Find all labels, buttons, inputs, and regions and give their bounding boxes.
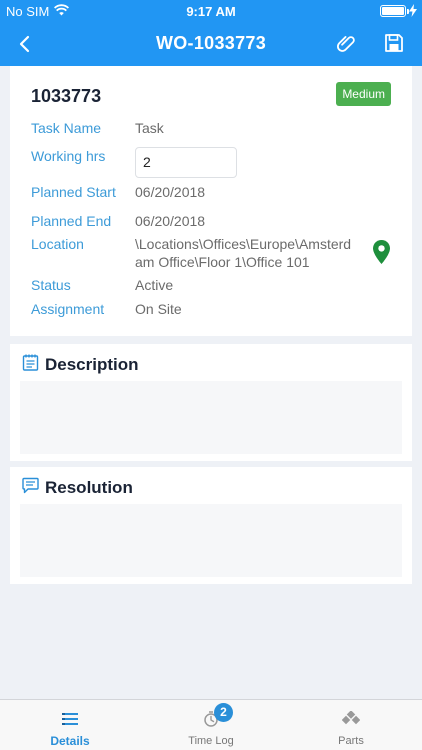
work-order-details-card: 1033773 Medium Task Name Task Working hr…: [10, 66, 412, 336]
description-text-area[interactable]: [20, 381, 402, 454]
tab-bar: Details 2 Time Log Parts: [0, 699, 422, 750]
map-pin-icon[interactable]: [373, 240, 390, 264]
location-value-line: \Locations\Offices\Europe\Amsterd: [135, 236, 352, 252]
resolution-title: Resolution: [45, 478, 133, 497]
location-label: Location: [31, 236, 84, 252]
working-hrs-label: Working hrs: [31, 148, 106, 164]
planned-end-value: 06/20/2018: [135, 213, 206, 229]
charging-icon: [409, 4, 417, 17]
description-section: Description: [10, 344, 412, 461]
assignment-label: Assignment: [31, 301, 105, 317]
tab-time-log-label: Time Log: [188, 735, 234, 747]
task-name-value: Task: [135, 120, 164, 136]
task-name-label: Task Name: [31, 120, 102, 136]
planned-end-label: Planned End: [31, 213, 112, 229]
location-value-line: am Office\Floor 1\Office 101: [135, 254, 310, 270]
description-title: Description: [45, 355, 139, 374]
work-order-number: 1033773: [31, 86, 102, 106]
assignment-value: On Site: [135, 301, 182, 317]
priority-badge: Medium: [336, 82, 391, 106]
working-hrs-input[interactable]: 2: [135, 147, 237, 178]
resolution-text-area[interactable]: [20, 504, 402, 577]
paperclip-icon[interactable]: [336, 32, 358, 56]
tab-details[interactable]: Details: [0, 700, 140, 750]
notepad-icon: [22, 354, 39, 371]
planned-start-value: 06/20/2018: [135, 184, 206, 200]
status-value: Active: [135, 277, 174, 293]
resolution-section: Resolution: [10, 467, 412, 584]
planned-start-label: Planned Start: [31, 184, 116, 200]
location-value: \Locations\Offices\Europe\Amsterd am Off…: [135, 235, 371, 271]
status-bar: No SIM 9:17 AM: [0, 0, 422, 22]
tab-parts-label: Parts: [338, 735, 364, 747]
save-icon[interactable]: [384, 33, 404, 53]
time-log-badge: 2: [214, 703, 233, 722]
page-title: WO-1033773: [155, 33, 267, 53]
list-icon: [62, 713, 78, 725]
tab-time-log[interactable]: 2 Time Log: [141, 700, 281, 750]
battery-icon: [380, 5, 409, 17]
tab-parts[interactable]: Parts: [281, 700, 421, 750]
chat-bubble-icon: [22, 477, 39, 494]
status-time: 9:17 AM: [186, 4, 236, 19]
status-label: Status: [31, 277, 71, 293]
parts-icon: [342, 711, 360, 725]
nav-bar: WO-1033773: [0, 22, 422, 66]
tab-details-label: Details: [50, 734, 90, 748]
